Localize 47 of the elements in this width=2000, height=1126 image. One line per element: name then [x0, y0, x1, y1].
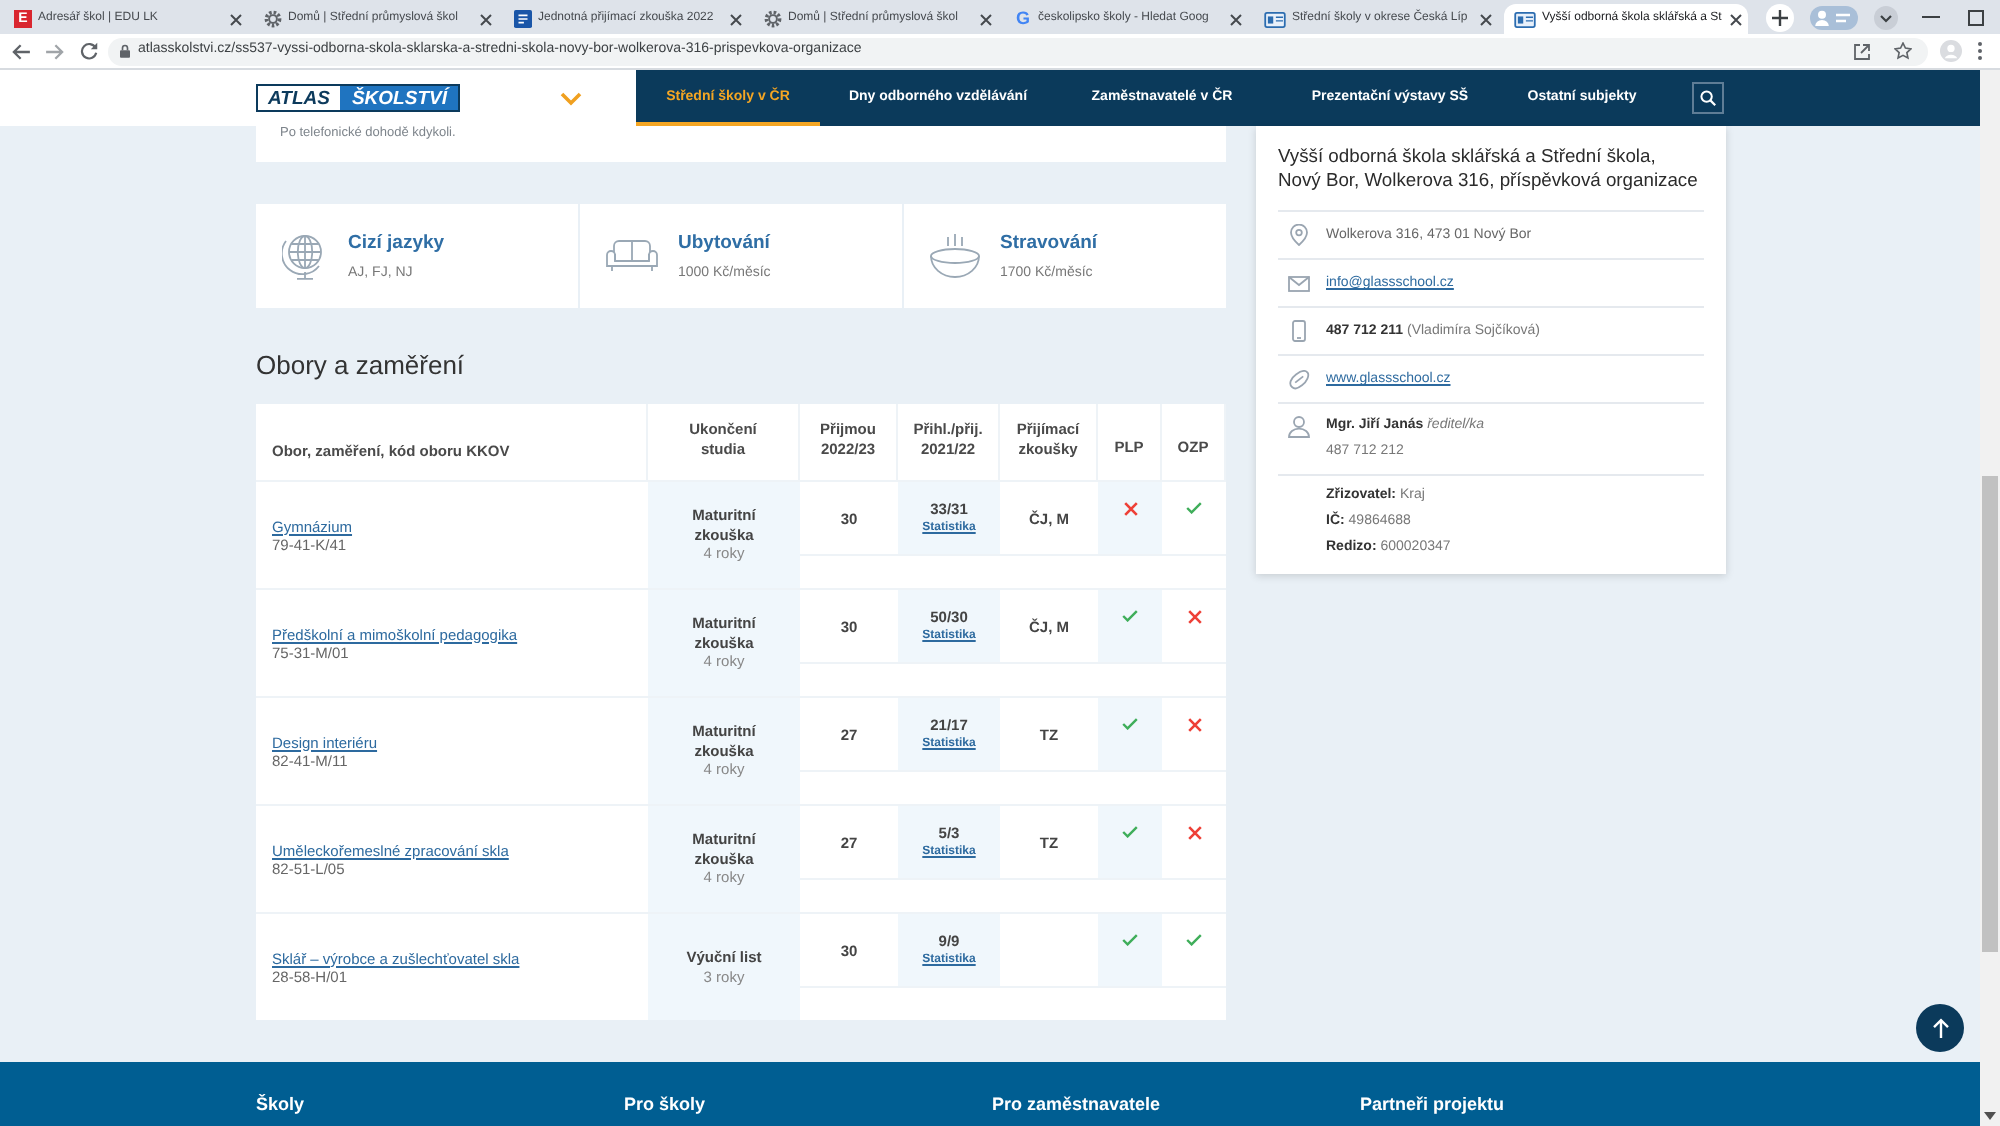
back-icon[interactable] [12, 43, 30, 59]
bowl-icon [930, 232, 980, 280]
school-name: Vyšší odborná škola sklářská a Střední škola, Nový Bor, Wolkerova 316, příspěvková organizace [1278, 144, 1700, 192]
footer-heading: Pro školy [624, 1094, 706, 1116]
star-icon[interactable] [1894, 42, 1912, 60]
envelope-icon [1288, 275, 1310, 291]
footer-heading: Pro zaměstnavatele [992, 1094, 1161, 1116]
gear-icon [264, 10, 282, 28]
site-logo[interactable]: ATLAS ŠKOLSTVÍ [256, 84, 461, 112]
document-icon [514, 10, 532, 28]
scrollbar[interactable] [1980, 70, 2000, 1126]
share-icon[interactable] [1854, 43, 1870, 59]
search-icon [1700, 90, 1716, 106]
plus-icon [1772, 9, 1788, 25]
scroll-to-top-button[interactable] [1916, 1004, 1964, 1052]
facility-title: Ubytování [678, 231, 771, 253]
user-icon [1288, 416, 1310, 438]
location-pin-icon [1290, 224, 1308, 246]
section-heading: Obory a zaměření [256, 350, 467, 382]
close-icon[interactable] [480, 13, 492, 25]
close-icon[interactable] [230, 13, 242, 25]
arrow-up-icon [1931, 1018, 1949, 1038]
footer-heading: Partneři projektu [1360, 1094, 1505, 1116]
close-icon[interactable] [730, 13, 742, 25]
chevron-down-icon[interactable] [1874, 5, 1898, 29]
close-icon[interactable] [980, 13, 992, 25]
lock-icon[interactable] [120, 44, 130, 58]
close-icon[interactable] [1230, 13, 1242, 25]
facility-title: Cizí jazyky [348, 231, 445, 253]
footer-heading: Školy [256, 1094, 305, 1116]
letter-icon: G [1014, 10, 1032, 28]
maximize-icon[interactable] [1968, 9, 1984, 25]
gear-icon [764, 10, 782, 28]
new-tab-button[interactable] [1766, 3, 1794, 31]
card-icon [1514, 11, 1536, 27]
close-icon[interactable] [1480, 13, 1492, 25]
close-icon[interactable] [1730, 13, 1742, 25]
facility-title: Stravování [1000, 231, 1098, 253]
mobile-phone-icon [1292, 320, 1306, 342]
search-button[interactable] [1692, 82, 1724, 114]
scrollbar-thumb[interactable] [1982, 476, 1998, 952]
card-icon [1264, 11, 1286, 27]
globe-icon [282, 232, 328, 280]
reload-icon[interactable] [80, 42, 98, 60]
scroll-down-icon[interactable] [1984, 1112, 1996, 1120]
sofa-icon [606, 240, 658, 272]
link-icon [1288, 369, 1310, 389]
